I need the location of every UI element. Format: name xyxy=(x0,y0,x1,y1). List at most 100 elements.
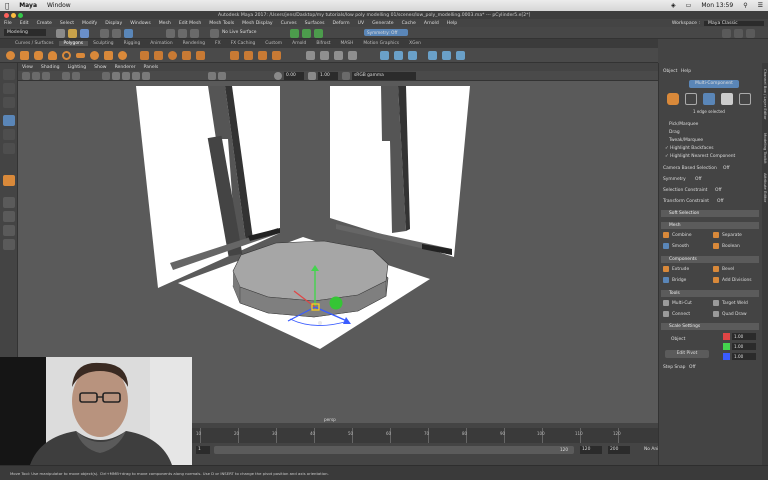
symmetry-dropdown[interactable]: Symmetry: Off xyxy=(364,29,408,36)
shelf-cylinder-icon[interactable] xyxy=(34,51,43,60)
highlight-backfaces-checkbox[interactable]: ✓ Highlight Backfaces xyxy=(665,146,714,151)
separate-button[interactable]: Separate xyxy=(713,232,742,238)
object-mode-icon[interactable] xyxy=(667,93,679,105)
tweak-marquee-option[interactable]: Tweak/Marquee xyxy=(669,138,703,143)
smooth-button[interactable]: Smooth xyxy=(663,243,689,249)
menu-deform[interactable]: Deform xyxy=(329,21,354,26)
shelf-combine-icon[interactable] xyxy=(140,51,149,60)
add-divisions-button[interactable]: Add Divisions xyxy=(713,277,752,283)
boolean-button[interactable]: Boolean xyxy=(713,243,740,249)
shelf-quad-draw-icon[interactable] xyxy=(348,51,357,60)
mtk-menu-object[interactable]: Object xyxy=(663,69,677,74)
multi-cut-button[interactable]: Multi-Cut xyxy=(663,300,692,306)
right-image-plane[interactable] xyxy=(330,86,470,257)
color-management-icon[interactable] xyxy=(342,72,350,80)
battery-icon[interactable]: ▭ xyxy=(681,2,697,9)
shelf-super-shape-icon[interactable] xyxy=(118,51,127,60)
shelf-tab-bifrost[interactable]: Bifrost xyxy=(311,41,335,46)
bevel-button[interactable]: Bevel xyxy=(713,266,734,272)
last-tool-icon[interactable] xyxy=(3,175,15,186)
shelf-unfold-uv-icon[interactable] xyxy=(456,51,465,60)
menubar-clock[interactable]: Mon 13:59 xyxy=(696,2,738,9)
shelf-platonic-icon[interactable] xyxy=(104,51,113,60)
shelf-tab-fx[interactable]: FX xyxy=(210,41,226,46)
camera-attributes-icon[interactable] xyxy=(22,72,30,80)
shelf-boolean-icon[interactable] xyxy=(182,51,191,60)
select-component-icon[interactable] xyxy=(124,29,133,38)
wireframe-on-shaded-icon[interactable] xyxy=(122,72,130,80)
single-perspective-layout-icon[interactable] xyxy=(3,197,15,208)
exposure-icon[interactable] xyxy=(274,72,282,80)
shelf-bridge-icon[interactable] xyxy=(258,51,267,60)
components-section[interactable]: Components xyxy=(661,256,759,263)
mtk-menu-help[interactable]: Help xyxy=(681,69,691,74)
range-end-field[interactable]: 120 xyxy=(580,446,602,454)
menu-windows[interactable]: Windows xyxy=(126,21,155,26)
open-scene-icon[interactable] xyxy=(68,29,77,38)
object-space-dropdown[interactable]: Object xyxy=(671,337,685,342)
menu-edit[interactable]: Edit xyxy=(16,21,33,26)
shelf-auto-map-icon[interactable] xyxy=(408,51,417,60)
edge-mode-icon[interactable] xyxy=(703,93,715,105)
maximize-window-dot[interactable] xyxy=(18,12,23,18)
shelf-bevel-icon[interactable] xyxy=(244,51,253,60)
menu-edit-mesh[interactable]: Edit Mesh xyxy=(175,21,205,26)
pick-marquee-option[interactable]: Pick/Marquee xyxy=(669,122,698,127)
menu-mesh-tools[interactable]: Mesh Tools xyxy=(205,21,238,26)
shelf-tab-rendering[interactable]: Rendering xyxy=(178,41,210,46)
menu-cache[interactable]: Cache xyxy=(398,21,420,26)
menu-modify[interactable]: Modify xyxy=(78,21,101,26)
menu-arnold[interactable]: Arnold xyxy=(420,21,443,26)
side-tab-channel-box[interactable]: Channel Box / Layer Editor xyxy=(762,69,768,120)
live-surface-field[interactable]: No Live Surface xyxy=(222,29,262,36)
isolate-select-icon[interactable] xyxy=(208,72,216,80)
shelf-tab-rigging[interactable]: Rigging xyxy=(119,41,146,46)
textured-icon[interactable] xyxy=(132,72,140,80)
image-plane-icon[interactable] xyxy=(42,72,50,80)
menu-file[interactable]: File xyxy=(0,21,16,26)
scale-x-field[interactable]: 1.00 xyxy=(732,333,756,340)
scale-settings-section[interactable]: Scale Settings xyxy=(661,323,759,330)
connect-button[interactable]: Connect xyxy=(663,311,690,317)
gamma-icon[interactable] xyxy=(308,72,316,80)
bookmarks-icon[interactable] xyxy=(32,72,40,80)
drag-option[interactable]: Drag xyxy=(669,130,680,135)
symmetry-value[interactable]: Off xyxy=(695,177,701,182)
highlight-nearest-checkbox[interactable]: ✓ Highlight Nearest Component xyxy=(665,154,735,159)
shelf-smooth-icon[interactable] xyxy=(168,51,177,60)
panel-menu-show[interactable]: Show xyxy=(90,65,110,70)
paint-select-tool-icon[interactable] xyxy=(3,97,15,108)
uv-mode-icon[interactable] xyxy=(739,93,751,105)
magnet-icon[interactable] xyxy=(210,29,219,38)
side-tab-modeling-toolkit[interactable]: Modeling Toolkit xyxy=(762,133,768,164)
menu-help[interactable]: Help xyxy=(443,21,461,26)
shelf-tab-curves[interactable]: Curves / Surfaces xyxy=(10,41,59,46)
shelf-plane-icon[interactable] xyxy=(76,53,85,58)
shelf-target-weld-icon[interactable] xyxy=(334,51,343,60)
xray-icon[interactable] xyxy=(218,72,226,80)
mac-window-menu[interactable]: Window xyxy=(42,2,76,9)
shelf-cut-uv-icon[interactable] xyxy=(428,51,437,60)
select-tool-icon[interactable] xyxy=(3,69,15,80)
exposure-field[interactable]: 0.00 xyxy=(284,72,304,80)
apple-icon[interactable]:  xyxy=(0,2,14,10)
transform-constraint-value[interactable]: Off xyxy=(717,199,723,204)
vertex-mode-icon[interactable] xyxy=(685,93,697,105)
scale-y-field[interactable]: 1.00 xyxy=(732,343,756,350)
octagonal-cylinder-mesh[interactable] xyxy=(232,240,389,318)
shelf-tab-mash[interactable]: MASH xyxy=(336,41,359,46)
combine-button[interactable]: Combine xyxy=(663,232,692,238)
menu-display[interactable]: Display xyxy=(101,21,126,26)
side-tab-attribute-editor[interactable]: Attribute Editor xyxy=(762,173,768,202)
shelf-extrude-icon[interactable] xyxy=(230,51,239,60)
list-icon[interactable]: ☰ xyxy=(753,2,768,9)
shelf-multi-cut-icon[interactable] xyxy=(320,51,329,60)
shelf-tab-motion-graphics[interactable]: Motion Graphics xyxy=(358,41,404,46)
panel-menu-lighting[interactable]: Lighting xyxy=(64,65,91,70)
camera-based-selection-value[interactable]: Off xyxy=(723,166,729,171)
panel-menu-renderer[interactable]: Renderer xyxy=(111,65,140,70)
gamma-field[interactable]: 1.00 xyxy=(318,72,338,80)
shelf-sew-uv-icon[interactable] xyxy=(442,51,451,60)
panel-menu-view[interactable]: View xyxy=(18,65,37,70)
minimize-window-dot[interactable] xyxy=(11,12,16,18)
